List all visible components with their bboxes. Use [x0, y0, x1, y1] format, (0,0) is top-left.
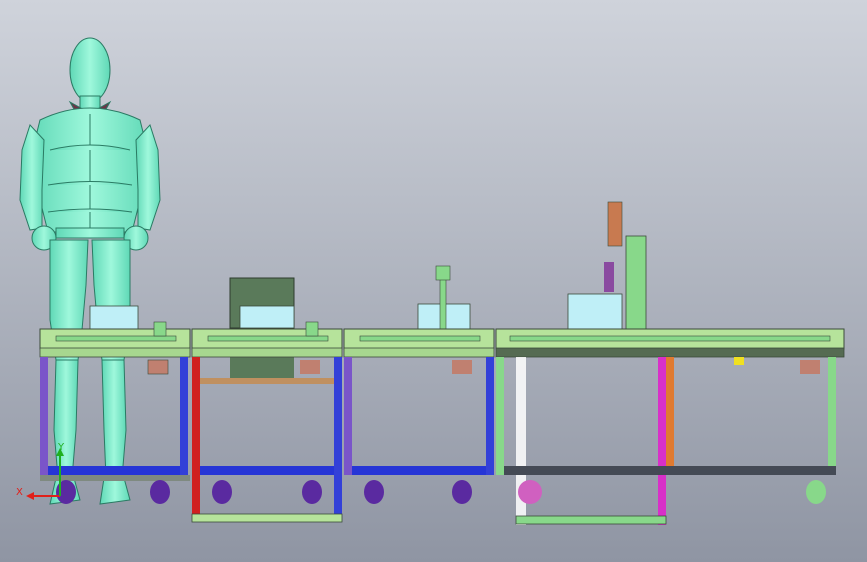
assembly-drawing: X Y: [0, 0, 867, 562]
axis-x-label: X: [16, 487, 23, 498]
axis-y-label: Y: [57, 442, 65, 453]
cad-viewport[interactable]: X Y: [0, 0, 867, 562]
